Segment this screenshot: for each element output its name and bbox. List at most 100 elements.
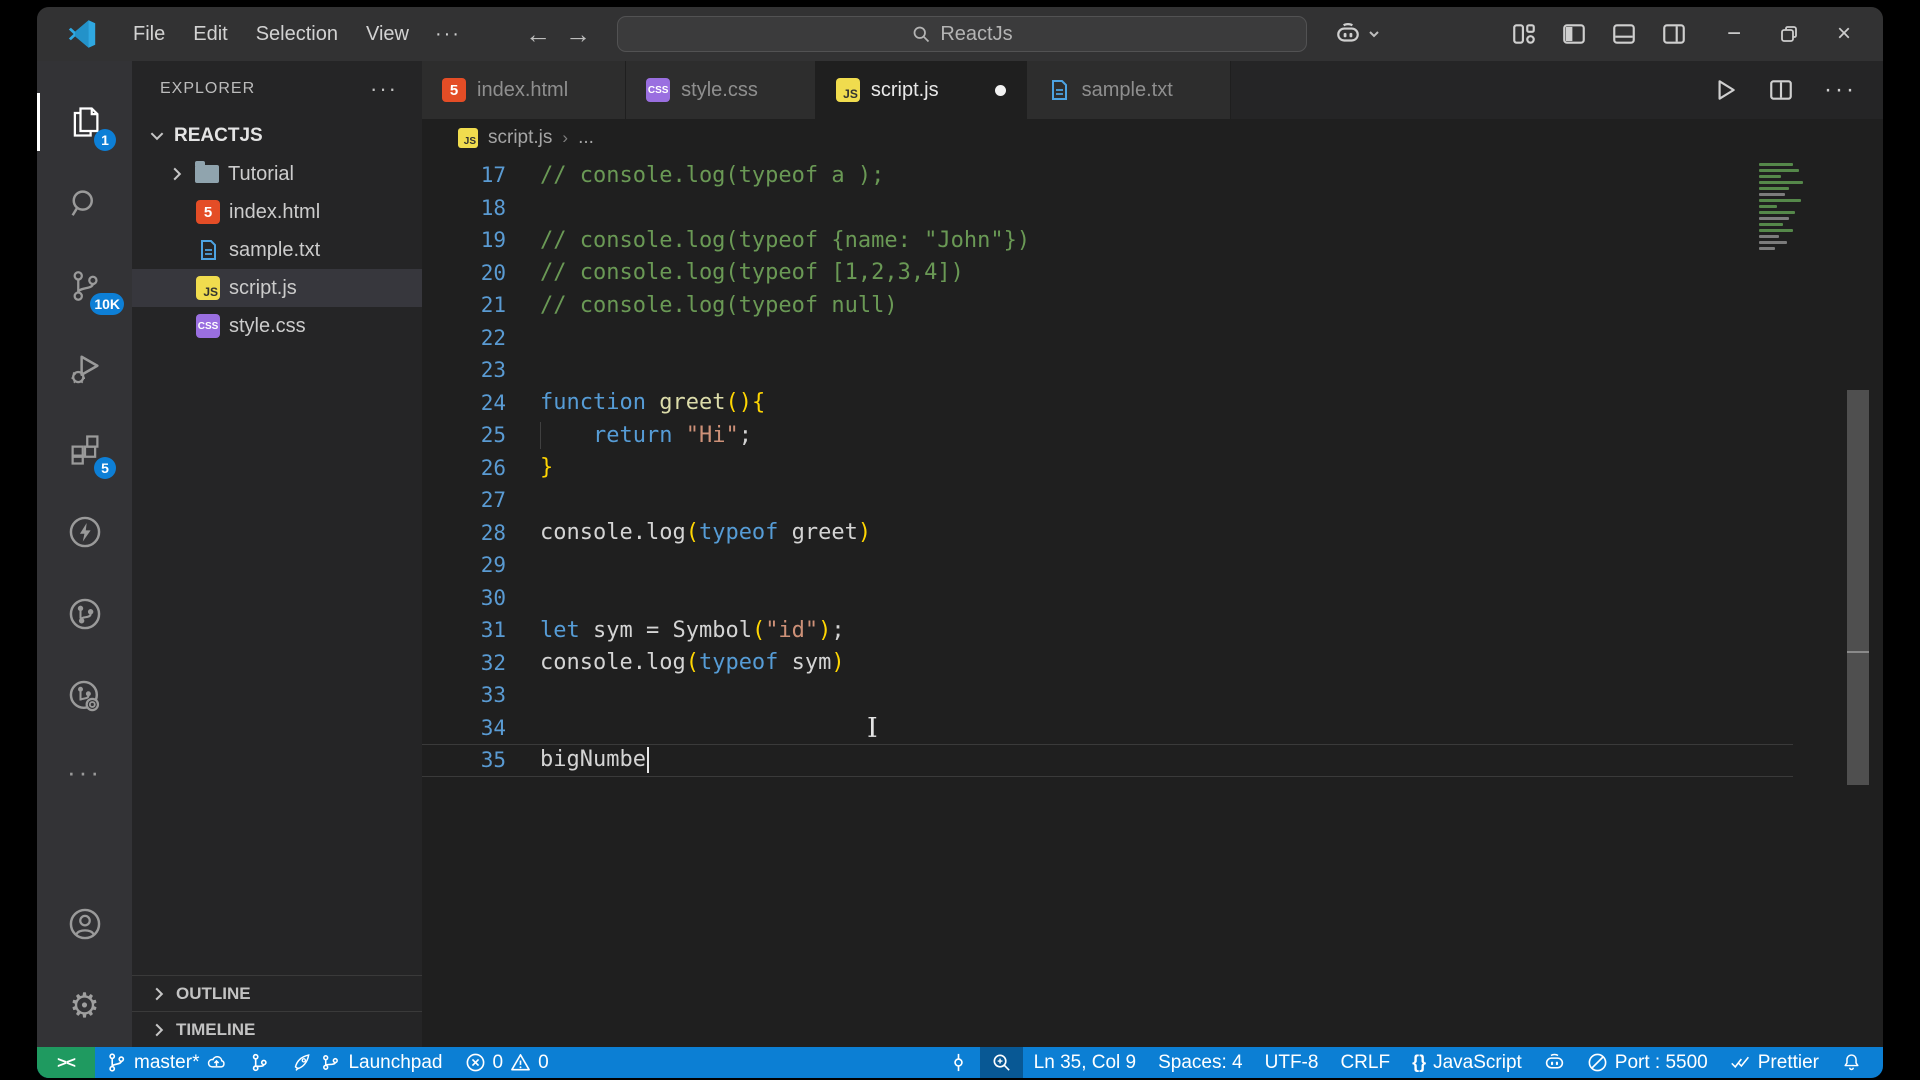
menu-file[interactable]: File [119, 19, 179, 50]
tree-item-script-js[interactable]: JS script.js [132, 269, 422, 307]
tree-item-style-css[interactable]: CSS style.css [132, 307, 422, 345]
eol-status[interactable]: CRLF [1329, 1047, 1401, 1078]
menu-view[interactable]: View [352, 19, 423, 50]
more-actions-icon[interactable]: ··· [1824, 76, 1857, 104]
notifications-status[interactable] [1830, 1047, 1873, 1078]
problems-status[interactable]: 0 0 [454, 1047, 560, 1078]
code-line-24[interactable]: 24function greet(){ [422, 387, 1793, 420]
editor-group: 5 index.html CSS style.css JS script.js [422, 61, 1883, 1047]
copilot-status[interactable] [1533, 1047, 1576, 1078]
tree-root-reactjs[interactable]: REACTJS [132, 117, 422, 155]
branch-indicator[interactable]: master* [95, 1047, 238, 1078]
copilot-menu[interactable] [1335, 21, 1381, 47]
close-icon[interactable]: × [1837, 20, 1851, 48]
line-text: // console.log(typeof {name: "John"}) [540, 228, 1030, 253]
remote-indicator[interactable]: >< [37, 1047, 95, 1078]
explorer-more-icon[interactable]: ··· [370, 76, 398, 102]
code-line-29[interactable]: 29 [422, 549, 1793, 582]
activity-accounts[interactable] [37, 883, 132, 965]
activity-source-control[interactable]: 10K [37, 245, 132, 327]
section-outline[interactable]: OUTLINE [132, 975, 422, 1011]
line-number: 31 [422, 618, 506, 642]
live-server-port[interactable]: Port : 5500 [1576, 1047, 1719, 1078]
editor-actions: ··· [1712, 61, 1883, 119]
zoom-status[interactable] [980, 1047, 1023, 1078]
activity-run-debug[interactable] [37, 327, 132, 409]
activity-thunder-client[interactable] [37, 491, 132, 573]
tab-style-css[interactable]: CSS style.css [626, 61, 816, 119]
menu-more-icon[interactable]: ··· [423, 19, 473, 50]
code-line-27[interactable]: 27 [422, 484, 1793, 517]
activity-more[interactable]: ··· [37, 737, 132, 807]
code-line-17[interactable]: 17// console.log(typeof a ); [422, 159, 1793, 192]
activity-git-history[interactable] [37, 655, 132, 737]
activity-settings[interactable]: ⚙ [37, 965, 132, 1047]
code-line-21[interactable]: 21// console.log(typeof null) [422, 289, 1793, 322]
error-icon [465, 1052, 486, 1073]
code-line-30[interactable]: 30 [422, 582, 1793, 615]
toggle-primary-sidebar-icon[interactable] [1561, 21, 1587, 47]
forward-arrow-icon[interactable]: → [565, 21, 591, 47]
language-status[interactable]: {} JavaScript [1401, 1047, 1533, 1078]
formatter-status[interactable]: Prettier [1719, 1047, 1830, 1078]
tab-sample-txt[interactable]: sample.txt [1027, 61, 1231, 119]
mouse-ibeam-cursor: I [867, 713, 878, 744]
menu-selection[interactable]: Selection [242, 19, 352, 50]
split-editor-icon[interactable] [1768, 77, 1794, 103]
tree-item-sample-txt[interactable]: sample.txt [132, 231, 422, 269]
code-line-19[interactable]: 19 // console.log(typeof {name: "John"}) [422, 224, 1793, 257]
launchpad-status[interactable]: Launchpad [281, 1047, 453, 1078]
code-line-33[interactable]: 33 [422, 679, 1793, 712]
code-editor[interactable]: 17// console.log(typeof a );18 19 // conso… [422, 157, 1883, 1047]
tab-index-html[interactable]: 5 index.html [422, 61, 626, 119]
git-branch-icon [106, 1052, 127, 1073]
code-line-32[interactable]: 32console.log(typeof sym) [422, 647, 1793, 680]
chevron-right-icon [150, 985, 168, 1003]
toggle-panel-icon[interactable] [1611, 21, 1637, 47]
customize-layout-icon[interactable] [1511, 21, 1537, 47]
tree-item-index-html[interactable]: 5 index.html [132, 193, 422, 231]
code-line-28[interactable]: 28console.log(typeof greet) [422, 517, 1793, 550]
encoding-status[interactable]: UTF-8 [1254, 1047, 1330, 1078]
commit-status[interactable] [937, 1047, 980, 1078]
menu-edit[interactable]: Edit [179, 19, 241, 50]
code-lines: 17// console.log(typeof a );18 19 // conso… [422, 159, 1793, 777]
activity-explorer[interactable]: 1 [37, 81, 132, 163]
code-line-26[interactable]: 26} [422, 452, 1793, 485]
modified-dot-icon[interactable] [995, 85, 1006, 96]
minimize-icon[interactable]: − [1727, 20, 1741, 48]
tab-script-js[interactable]: JS script.js [816, 61, 1027, 119]
back-arrow-icon[interactable]: ← [525, 21, 551, 47]
git-graph-status[interactable] [238, 1047, 281, 1078]
minimap[interactable] [1759, 163, 1817, 253]
toggle-secondary-sidebar-icon[interactable] [1661, 21, 1687, 47]
eol-label: CRLF [1340, 1052, 1390, 1074]
folder-icon [195, 165, 219, 183]
code-line-22[interactable]: 22 [422, 322, 1793, 355]
breadcrumb-file[interactable]: script.js [488, 127, 552, 149]
section-timeline[interactable]: TIMELINE [132, 1011, 422, 1047]
run-debug-icon [67, 350, 103, 386]
code-line-23[interactable]: 23 [422, 354, 1793, 387]
vertical-scrollbar[interactable] [1847, 390, 1869, 785]
line-number: 19 [422, 228, 506, 252]
activity-extensions[interactable]: 5 [37, 409, 132, 491]
line-number: 23 [422, 358, 506, 382]
command-center-search[interactable]: ReactJs [617, 16, 1307, 52]
code-line-18[interactable]: 18 [422, 192, 1793, 225]
run-file-icon[interactable] [1712, 77, 1738, 103]
breadcrumb-more[interactable]: ... [578, 127, 594, 149]
code-line-31[interactable]: 31let sym = Symbol("id"); [422, 614, 1793, 647]
restore-icon[interactable] [1779, 24, 1799, 44]
code-line-35[interactable]: 35bigNumbe [422, 744, 1793, 777]
code-line-20[interactable]: 20// console.log(typeof [1,2,3,4]) [422, 257, 1793, 290]
code-line-25[interactable]: 25 return "Hi"; [422, 419, 1793, 452]
tree-item-tutorial[interactable]: Tutorial [132, 155, 422, 193]
code-line-34[interactable]: 34 [422, 712, 1793, 745]
breadcrumb[interactable]: JS script.js › ... [422, 119, 1883, 157]
activity-search[interactable] [37, 163, 132, 245]
activity-git-graph[interactable] [37, 573, 132, 655]
indentation-status[interactable]: Spaces: 4 [1147, 1047, 1254, 1078]
layout-controls [1511, 21, 1687, 47]
cursor-position[interactable]: Ln 35, Col 9 [1023, 1047, 1147, 1078]
